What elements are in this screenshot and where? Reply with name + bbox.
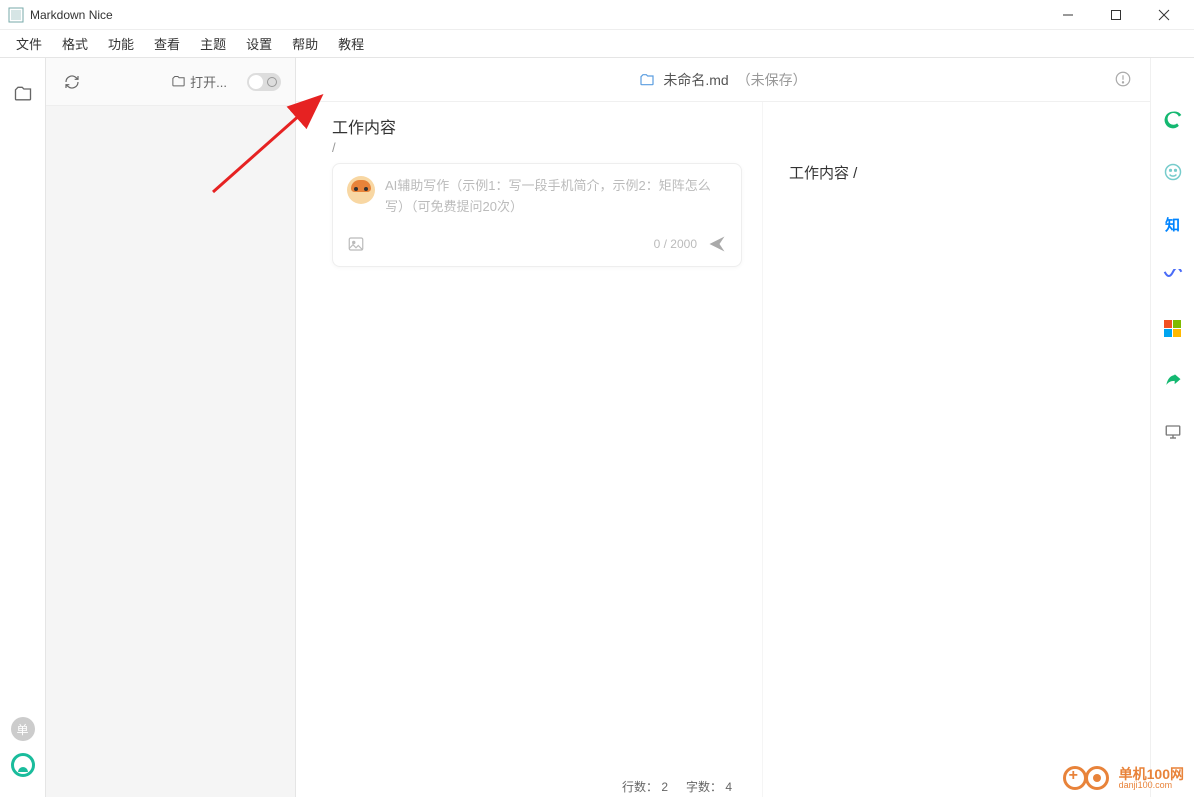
save-status: （未保存） [737,70,807,90]
toggle-switch[interactable] [247,73,281,91]
menu-format[interactable]: 格式 [52,30,98,57]
file-toolbar: 打开... [46,58,295,106]
refresh-icon[interactable] [60,70,84,94]
statusbar: 行数： 2 字数： 4 [592,775,762,797]
share-icon[interactable] [1161,368,1185,392]
right-icon-bar: 知 [1150,58,1194,797]
menu-settings[interactable]: 设置 [236,30,282,57]
file-header: 未命名.md （未保存） [296,58,1150,102]
menubar: 文件 格式 功能 查看 主题 设置 帮助 教程 [0,30,1194,58]
editor-slash: / [332,140,742,155]
close-button[interactable] [1142,1,1186,29]
file-panel: 打开... [46,58,296,797]
left-badge[interactable]: 单 [11,717,35,741]
preview-column: 工作内容 / [763,102,1150,797]
editor-title: 工作内容 [332,114,742,138]
microsoft-icon[interactable] [1161,316,1185,340]
folder-tab-icon[interactable] [5,76,41,112]
left-ring-icon[interactable] [11,753,35,777]
window-controls [1046,1,1186,29]
editor-column[interactable]: 工作内容 / AI辅助写作（示例1：写一段手机简介，示例2：矩阵怎么写）（可免费… [296,102,763,797]
app-title: Markdown Nice [30,8,113,22]
monitor-icon[interactable] [1161,420,1185,444]
menu-help[interactable]: 帮助 [282,30,328,57]
chars-value: 4 [725,780,732,794]
ai-placeholder-text[interactable]: AI辅助写作（示例1：写一段手机简介，示例2：矩阵怎么写）（可免费提问20次） [385,176,727,218]
titlebar: Markdown Nice [0,0,1194,30]
send-icon[interactable] [707,234,727,254]
maximize-button[interactable] [1094,1,1138,29]
open-button[interactable]: 打开... [171,72,227,91]
menu-tutorial[interactable]: 教程 [328,30,374,57]
menu-function[interactable]: 功能 [98,30,144,57]
menu-file[interactable]: 文件 [6,30,52,57]
wechat-icon[interactable] [1161,108,1185,132]
zhihu-icon[interactable]: 知 [1161,212,1185,236]
filename: 未命名.md [663,70,728,90]
app-icon [8,7,24,23]
juejin-icon[interactable] [1161,264,1185,288]
image-icon[interactable] [347,235,365,253]
preview-text: 工作内容 / [789,162,1124,183]
minimize-button[interactable] [1046,1,1090,29]
chars-label: 字数： [686,780,722,794]
ai-assist-card: AI辅助写作（示例1：写一段手机简介，示例2：矩阵怎么写）（可免费提问20次） … [332,163,742,267]
face-icon[interactable] [1161,160,1185,184]
ai-avatar-icon [347,176,375,204]
folder-icon [639,72,655,88]
editor-area: 未命名.md （未保存） 工作内容 / AI辅助写作（示例1：写一段手机简介，示… [296,58,1150,797]
rows-label: 行数： [622,780,658,794]
left-tab-strip: 单 [0,58,46,797]
info-icon[interactable] [1114,70,1132,88]
rows-value: 2 [661,780,668,794]
editor-preview-split: 工作内容 / AI辅助写作（示例1：写一段手机简介，示例2：矩阵怎么写）（可免费… [296,102,1150,797]
menu-view[interactable]: 查看 [144,30,190,57]
content-area: 单 打开... 未命名.md （未保存） [0,58,1194,797]
open-label: 打开... [190,72,227,91]
ai-counter: 0 / 2000 [654,237,697,251]
menu-theme[interactable]: 主题 [190,30,236,57]
